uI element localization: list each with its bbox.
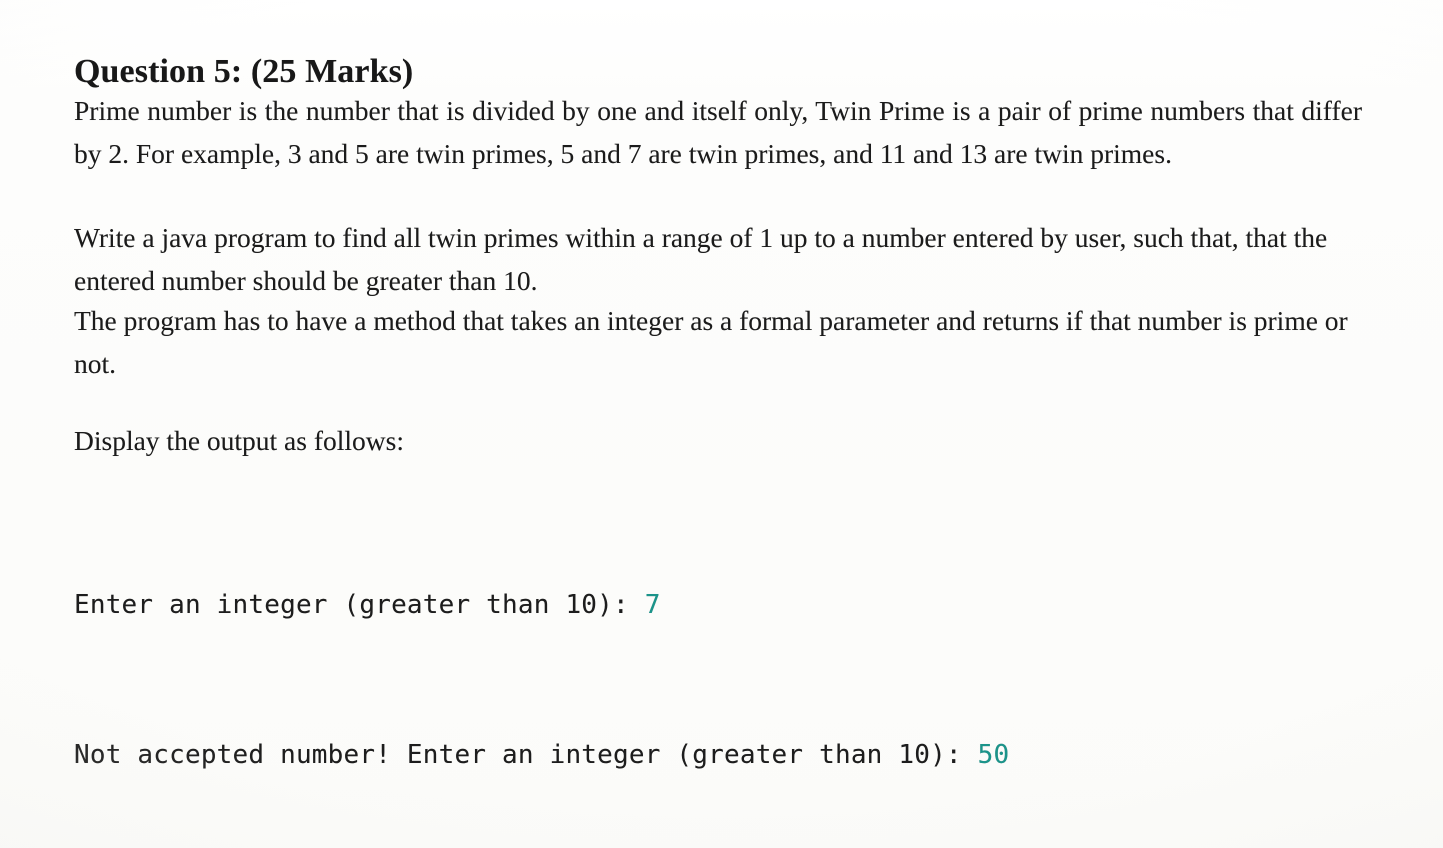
- paragraph-method-requirement-block: The program has to have a method that ta…: [74, 300, 1362, 385]
- console-prompt-2-text: Not accepted number! Enter an integer (g…: [74, 740, 978, 771]
- paragraph-task: Write a java program to find all twin pr…: [74, 222, 1328, 296]
- paragraph-task-block: Write a java program to find all twin pr…: [74, 217, 1362, 302]
- display-output-instruction: Display the output as follows:: [74, 425, 404, 456]
- document-page: Question 5: (25 Marks) Prime number is t…: [0, 0, 1443, 848]
- console-prompt-1-value: 7: [644, 589, 661, 620]
- console-line-prompt-2: Not accepted number! Enter an integer (g…: [74, 737, 1009, 775]
- console-prompt-1-text: Enter an integer (greater than 10):: [74, 589, 645, 620]
- paragraph-method-requirement: The program has to have a method that ta…: [74, 305, 1348, 379]
- console-prompt-2-value: 50: [977, 740, 1010, 771]
- console-line-prompt-1: Enter an integer (greater than 10): 7: [74, 587, 1009, 625]
- console-output-block: Enter an integer (greater than 10): 7 No…: [74, 474, 1009, 848]
- page-title: Question 5: (25 Marks): [74, 52, 414, 90]
- paragraph-definition: Prime number is the number that is divid…: [74, 95, 1362, 169]
- paragraph-definition-block: Prime number is the number that is divid…: [74, 90, 1362, 175]
